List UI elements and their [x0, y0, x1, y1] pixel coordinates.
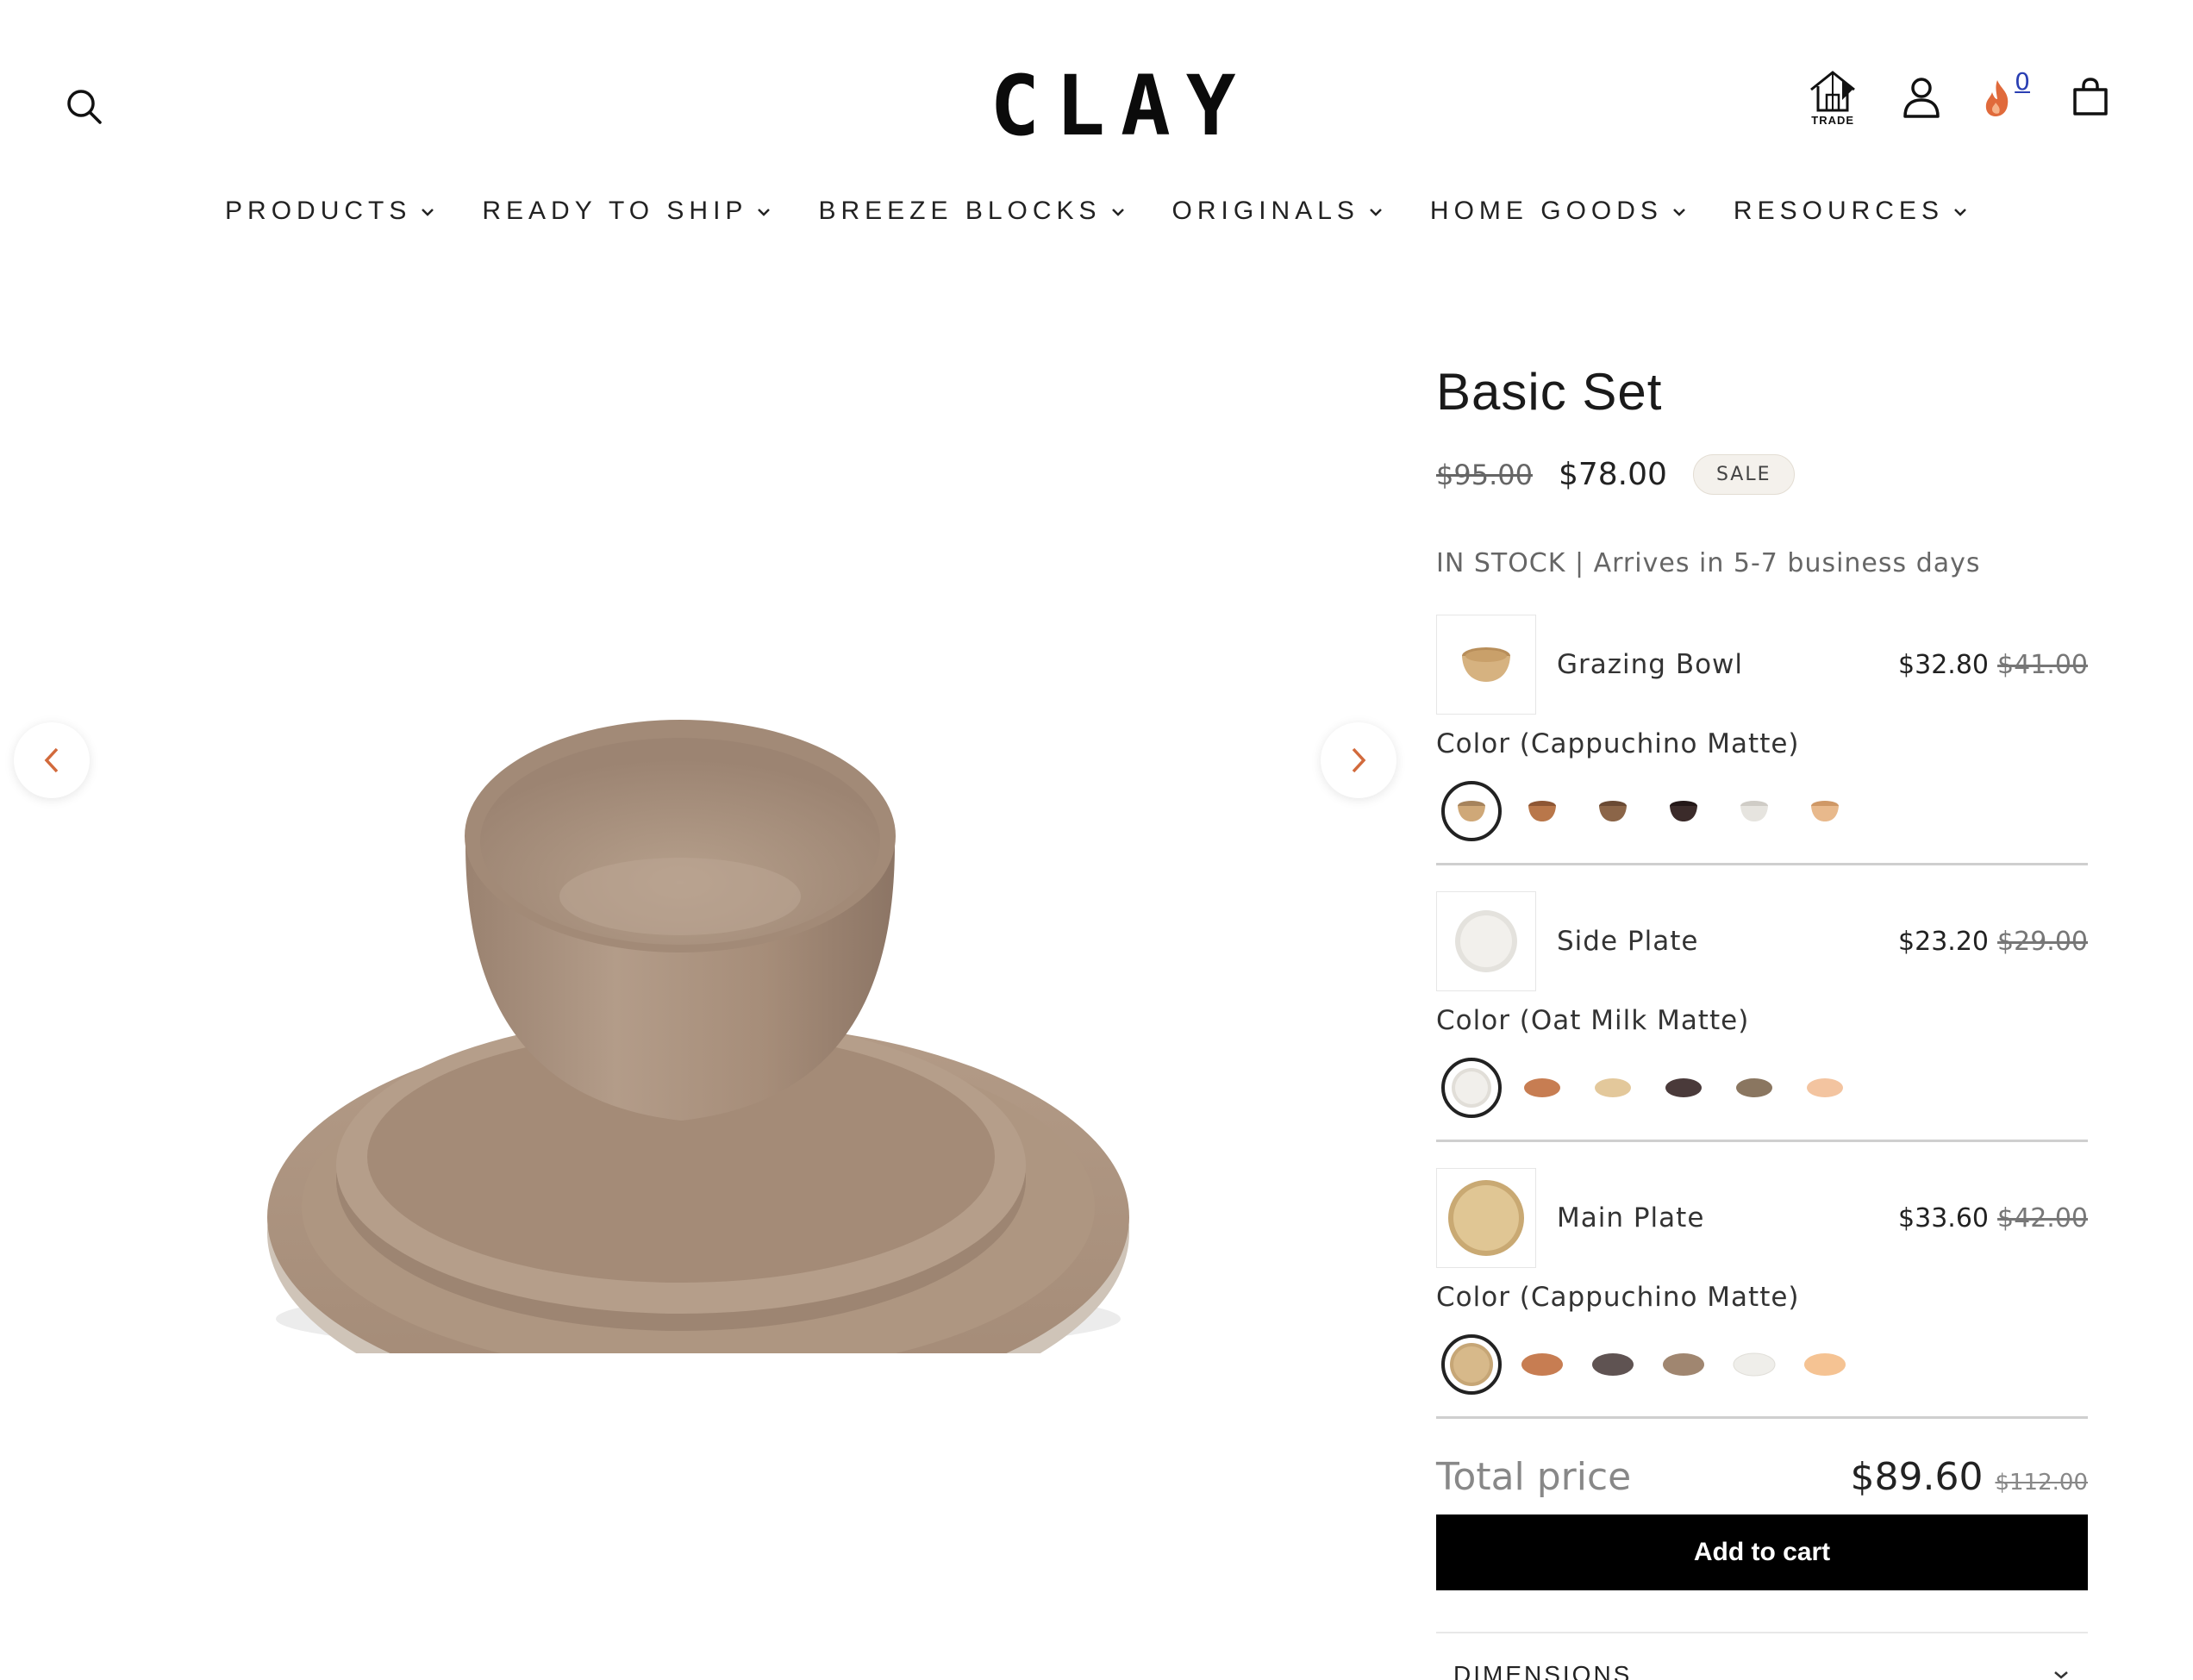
swatch-side-5[interactable]: [1719, 1060, 1790, 1115]
swatch-bowl-6[interactable]: [1790, 784, 1860, 839]
swatch-main-3[interactable]: [1578, 1337, 1648, 1392]
trade-house-icon: [1810, 71, 1856, 112]
item-price: $23.20: [1898, 926, 1990, 957]
color-label: Color (Cappuchino Matte): [1436, 1282, 1800, 1313]
price-original: $95.00: [1436, 458, 1533, 491]
nav-breeze-blocks[interactable]: BREEZE BLOCKS: [818, 197, 1125, 226]
nav-label: PRODUCTS: [225, 197, 412, 225]
item-price-original: $41.00: [1997, 649, 2088, 680]
swatch-bowl-5[interactable]: [1719, 784, 1790, 839]
item-name: Grazing Bowl: [1557, 649, 1744, 680]
fire-icon: [1986, 79, 2009, 116]
main-nav: PRODUCTS READY TO SHIP BREEZE BLOCKS ORI…: [0, 197, 2193, 226]
sale-badge: SALE: [1692, 454, 1795, 495]
bundle-item-side-plate: Side Plate $23.20 $29.00 Color (Oat Milk…: [1436, 891, 2088, 1142]
nav-resources[interactable]: RESOURCES: [1734, 197, 1968, 226]
product-title: Basic Set: [1436, 363, 1663, 421]
color-label: Color (Cappuchino Matte): [1436, 728, 1800, 759]
item-price-original: $42.00: [1997, 1202, 2088, 1233]
product-page: CLAY TRADE 0 PRODUCTS READY TO SHIP BREE…: [0, 0, 2193, 1680]
item-name: Side Plate: [1557, 926, 1699, 957]
total-label: Total price: [1436, 1455, 1632, 1499]
bundle-item-main-plate: Main Plate $33.60 $42.00 Color (Cappuchi…: [1436, 1168, 2088, 1419]
color-swatches: [1436, 1334, 2088, 1395]
nav-label: RESOURCES: [1733, 197, 1944, 225]
nav-products[interactable]: PRODUCTS: [225, 197, 435, 226]
total-price: $89.60: [1850, 1455, 1984, 1499]
stock-status: IN STOCK | Arrives in 5-7 business days: [1436, 548, 1981, 578]
swatch-bowl-2[interactable]: [1507, 784, 1578, 839]
item-price: $32.80: [1898, 649, 1990, 680]
chevron-down-icon: [2054, 1671, 2068, 1679]
site-logo[interactable]: CLAY: [957, 58, 1284, 154]
bundle-item-grazing-bowl: Grazing Bowl $32.80 $41.00 Color (Cappuc…: [1436, 615, 2088, 865]
swatch-bowl-1[interactable]: [1436, 781, 1507, 841]
trade-link[interactable]: TRADE: [1804, 67, 1861, 127]
swatch-main-1[interactable]: [1436, 1334, 1507, 1395]
chevron-down-icon: [1111, 209, 1124, 216]
price-row: $95.00 $78.00 SALE: [1436, 454, 2088, 495]
nav-label: READY TO SHIP: [482, 197, 748, 225]
item-name: Main Plate: [1557, 1202, 1705, 1233]
nav-originals[interactable]: ORIGINALS: [1172, 197, 1384, 226]
swatch-side-2[interactable]: [1507, 1060, 1578, 1115]
search-icon[interactable]: [60, 83, 109, 131]
gallery-prev-button[interactable]: [14, 722, 90, 798]
price-sale: $78.00: [1558, 457, 1667, 492]
account-icon[interactable]: [1901, 75, 1942, 120]
accordion-label: DIMENSIONS: [1453, 1661, 1633, 1680]
nav-ready-to-ship[interactable]: READY TO SHIP: [482, 197, 772, 226]
cart-icon[interactable]: [2070, 76, 2111, 119]
swatch-main-2[interactable]: [1507, 1337, 1578, 1392]
total-row: Total price $89.60 $112.00: [1436, 1455, 2088, 1499]
product-panel: Basic Set $95.00 $78.00 SALE IN STOCK | …: [1436, 362, 2088, 1680]
swatch-side-1[interactable]: [1436, 1058, 1507, 1118]
add-to-cart-button[interactable]: Add to cart: [1436, 1514, 2088, 1590]
swatch-side-3[interactable]: [1578, 1060, 1648, 1115]
color-label: Color (Oat Milk Matte): [1436, 1005, 1750, 1036]
chevron-down-icon: [422, 209, 434, 216]
chevron-down-icon: [1954, 209, 1966, 216]
chevron-down-icon: [758, 209, 771, 216]
product-image: [267, 720, 1129, 1353]
swatch-main-6[interactable]: [1790, 1337, 1860, 1392]
nav-label: HOME GOODS: [1429, 197, 1663, 225]
rewards-link[interactable]: 0: [1982, 69, 2030, 118]
item-price: $33.60: [1898, 1202, 1990, 1233]
color-swatches: [1436, 1058, 2088, 1118]
gallery-next-button[interactable]: [1321, 722, 1396, 798]
color-swatches: [1436, 781, 2088, 841]
trade-label: TRADE: [1811, 114, 1855, 127]
chevron-down-icon: [1370, 209, 1382, 216]
item-thumbnail: [1436, 891, 1536, 991]
dimensions-accordion[interactable]: DIMENSIONS: [1436, 1632, 2088, 1680]
chevron-left-icon: [44, 747, 59, 773]
nav-label: ORIGINALS: [1171, 197, 1359, 225]
nav-label: BREEZE BLOCKS: [818, 197, 1102, 225]
item-price-original: $29.00: [1997, 926, 2088, 957]
swatch-side-4[interactable]: [1648, 1060, 1719, 1115]
swatch-main-4[interactable]: [1648, 1337, 1719, 1392]
header-actions: TRADE 0: [1804, 67, 2111, 127]
item-thumbnail: [1436, 615, 1536, 715]
swatch-bowl-4[interactable]: [1648, 784, 1719, 839]
chevron-right-icon: [1352, 747, 1366, 773]
swatch-main-5[interactable]: [1719, 1337, 1790, 1392]
chevron-down-icon: [1673, 209, 1685, 216]
rewards-count: 0: [2015, 66, 2030, 96]
swatch-bowl-3[interactable]: [1578, 784, 1648, 839]
total-price-original: $112.00: [1995, 1470, 2088, 1496]
swatch-side-6[interactable]: [1790, 1060, 1860, 1115]
item-thumbnail: [1436, 1168, 1536, 1268]
nav-home-goods[interactable]: HOME GOODS: [1430, 197, 1687, 226]
